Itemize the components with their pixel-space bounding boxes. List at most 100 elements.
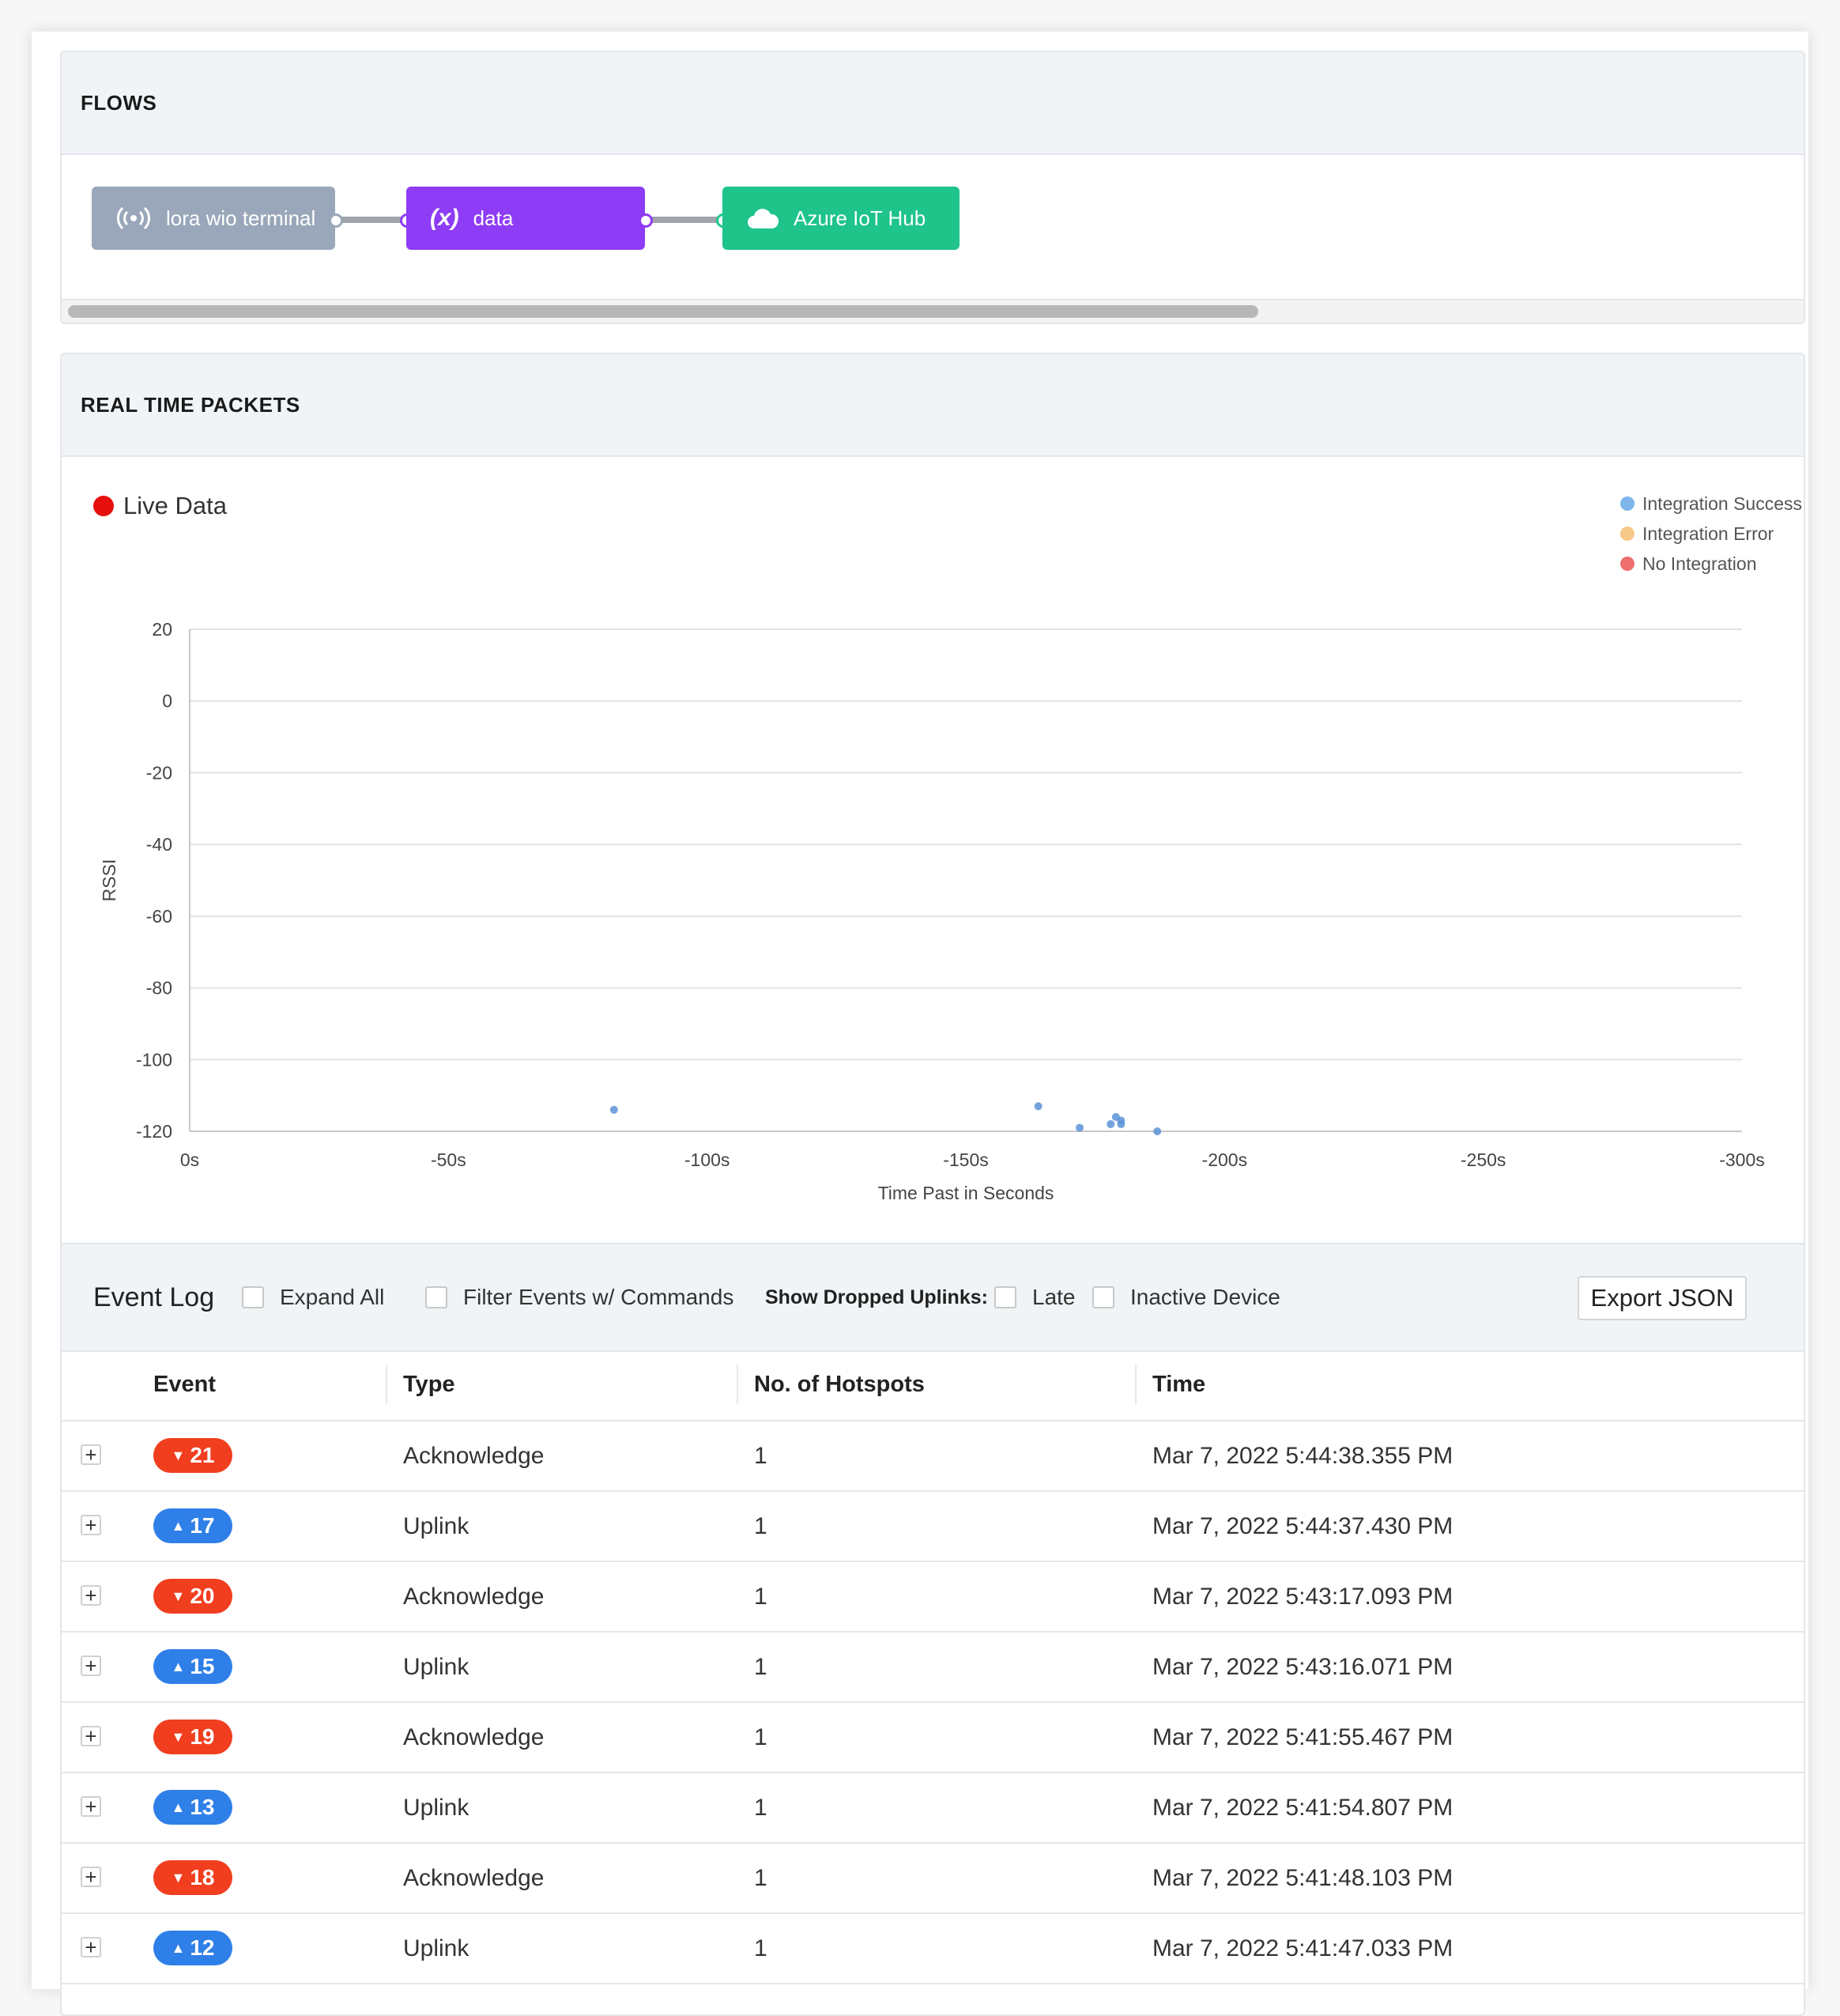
x-tick-label: -150s <box>943 1150 989 1170</box>
event-time: Mar 7, 2022 5:43:16.071 PM <box>1152 1653 1454 1680</box>
event-number: 17 <box>190 1513 215 1538</box>
y-tick-label: 20 <box>152 619 172 640</box>
expand-row-button[interactable]: + <box>81 1726 101 1746</box>
export-json-button[interactable]: Export JSON <box>1578 1276 1747 1320</box>
packets-card: REAL TIME PACKETS Live Data Integration … <box>60 353 1805 2016</box>
flow-edge <box>335 217 406 223</box>
expand-row-button[interactable]: + <box>81 1585 101 1606</box>
arrow-up-icon: ▲ <box>171 1939 186 1956</box>
expand-row-button[interactable]: + <box>81 1867 101 1887</box>
column-header-event[interactable]: Event <box>153 1349 216 1420</box>
table-row[interactable]: + ▼ 21 Acknowledge 1 Mar 7, 2022 5:44:38.355 … <box>62 1421 1804 1492</box>
table-row[interactable]: + ▼ 18 Acknowledge 1 Mar 7, 2022 5:41:48.103 … <box>62 1844 1804 1914</box>
inactive-device-checkbox[interactable]: Inactive Device <box>1092 1285 1280 1310</box>
flow-node-integration[interactable]: Azure IoT Hub <box>722 187 960 250</box>
hotspot-count: 1 <box>754 1794 767 1821</box>
y-axis-label: RSSI <box>99 859 119 902</box>
expand-row-button[interactable]: + <box>81 1937 101 1957</box>
event-type: Acknowledge <box>403 1442 545 1469</box>
event-time: Mar 7, 2022 5:41:48.103 PM <box>1152 1864 1454 1891</box>
checkbox-icon[interactable] <box>242 1286 264 1308</box>
data-point <box>609 1105 618 1114</box>
y-tick-label: -20 <box>146 762 172 783</box>
x-tick-label: -100s <box>684 1150 730 1170</box>
table-row[interactable]: + ▼ 20 Acknowledge 1 Mar 7, 2022 5:43:17.093 … <box>62 1562 1804 1633</box>
expand-row-button[interactable]: + <box>81 1796 101 1817</box>
x-tick-label: -250s <box>1461 1150 1506 1170</box>
event-time: Mar 7, 2022 5:41:55.467 PM <box>1152 1723 1454 1750</box>
flow-edge <box>645 217 722 223</box>
y-tick-label: -40 <box>146 834 172 855</box>
hotspot-count: 1 <box>754 1583 767 1610</box>
checkbox-icon[interactable] <box>1092 1286 1114 1308</box>
expand-all-label: Expand All <box>280 1285 385 1309</box>
event-number: 19 <box>190 1724 215 1749</box>
expand-all-checkbox[interactable]: Expand All <box>242 1285 384 1310</box>
checkbox-icon[interactable] <box>994 1286 1016 1308</box>
table-row[interactable]: + ▲ 13 Uplink 1 Mar 7, 2022 5:41:54.807 PM <box>62 1773 1804 1844</box>
event-number: 13 <box>190 1795 215 1819</box>
event-type: Acknowledge <box>403 1583 545 1610</box>
rssi-scatter-chart: 20 0 -20 -40 -60 -80 -100 -120 0s -50s -100s -150s -… <box>99 619 1765 1203</box>
table-row[interactable]: + ▲ 15 Uplink 1 Mar 7, 2022 5:43:16.071 PM <box>62 1633 1804 1703</box>
data-point <box>1117 1119 1125 1128</box>
event-number: 15 <box>190 1654 215 1678</box>
late-checkbox[interactable]: Late <box>994 1285 1076 1310</box>
horizontal-scrollbar[interactable] <box>62 299 1804 323</box>
hotspot-count: 1 <box>754 1442 767 1469</box>
event-badge: ▼ 18 <box>153 1860 232 1895</box>
event-time: Mar 7, 2022 5:43:17.093 PM <box>1152 1583 1454 1610</box>
x-tick-label: -300s <box>1719 1150 1765 1170</box>
filter-commands-label: Filter Events w/ Commands <box>463 1285 734 1309</box>
arrow-down-icon: ▼ <box>171 1869 186 1886</box>
event-time: Mar 7, 2022 5:41:54.807 PM <box>1152 1794 1454 1821</box>
event-type: Acknowledge <box>403 1864 545 1891</box>
x-tick-label: -50s <box>431 1150 466 1170</box>
page-container: FLOWS lora wio terminal (x) data Azure I… <box>32 32 1808 2016</box>
filter-commands-checkbox[interactable]: Filter Events w/ Commands <box>425 1285 733 1310</box>
arrow-up-icon: ▲ <box>171 1799 186 1815</box>
y-tick-label: -120 <box>136 1121 172 1142</box>
y-tick-label: -100 <box>136 1049 172 1070</box>
flow-port[interactable] <box>329 213 343 228</box>
column-divider <box>1135 1365 1137 1404</box>
expand-row-button[interactable]: + <box>81 1444 101 1465</box>
table-row[interactable]: + ▼ 19 Acknowledge 1 Mar 7, 2022 5:41:55.467 … <box>62 1703 1804 1773</box>
function-icon: (x) <box>430 205 459 231</box>
column-header-time[interactable]: Time <box>1152 1349 1205 1420</box>
expand-row-button[interactable]: + <box>81 1655 101 1676</box>
flow-node-function[interactable]: (x) data <box>406 187 645 250</box>
x-tick-label: -200s <box>1202 1150 1248 1170</box>
event-number: 20 <box>190 1584 215 1608</box>
event-type: Uplink <box>403 1794 469 1821</box>
column-divider <box>386 1365 387 1404</box>
expand-row-button[interactable]: + <box>81 1515 101 1535</box>
flow-port[interactable] <box>639 213 653 228</box>
flow-node-device[interactable]: lora wio terminal <box>92 187 335 250</box>
event-time: Mar 7, 2022 5:41:47.033 PM <box>1152 1935 1454 1961</box>
data-point <box>1076 1123 1084 1132</box>
table-body: + ▼ 21 Acknowledge 1 Mar 7, 2022 5:44:38.355 … <box>62 1421 1804 1984</box>
hotspot-count: 1 <box>754 1653 767 1680</box>
event-number: 18 <box>190 1865 215 1890</box>
cloud-icon <box>746 206 779 230</box>
table-row[interactable]: + ▲ 12 Uplink 1 Mar 7, 2022 5:41:47.033 PM <box>62 1914 1804 1984</box>
event-badge: ▼ 20 <box>153 1579 232 1614</box>
hotspot-count: 1 <box>754 1512 767 1539</box>
column-header-hotspots[interactable]: No. of Hotspots <box>754 1349 925 1420</box>
arrow-down-icon: ▼ <box>171 1728 186 1745</box>
table-row[interactable]: + ▲ 17 Uplink 1 Mar 7, 2022 5:44:37.430 PM <box>62 1492 1804 1562</box>
event-badge: ▲ 12 <box>153 1931 232 1965</box>
event-log-table: Event Type No. of Hotspots Time + ▼ 21 Ackn… <box>62 1349 1804 1984</box>
scrollbar-thumb[interactable] <box>68 305 1258 318</box>
flow-canvas[interactable]: lora wio terminal (x) data Azure IoT Hub <box>62 155 1804 297</box>
event-badge: ▲ 13 <box>153 1790 232 1825</box>
event-type: Uplink <box>403 1512 469 1539</box>
event-log-toolbar: Event Log Expand All Filter Events w/ Co… <box>62 1243 1804 1352</box>
data-point <box>1034 1102 1043 1111</box>
arrow-down-icon: ▼ <box>171 1588 186 1604</box>
column-header-type[interactable]: Type <box>403 1349 455 1420</box>
flows-title: FLOWS <box>62 52 1804 155</box>
arrow-down-icon: ▼ <box>171 1447 186 1463</box>
checkbox-icon[interactable] <box>425 1286 447 1308</box>
